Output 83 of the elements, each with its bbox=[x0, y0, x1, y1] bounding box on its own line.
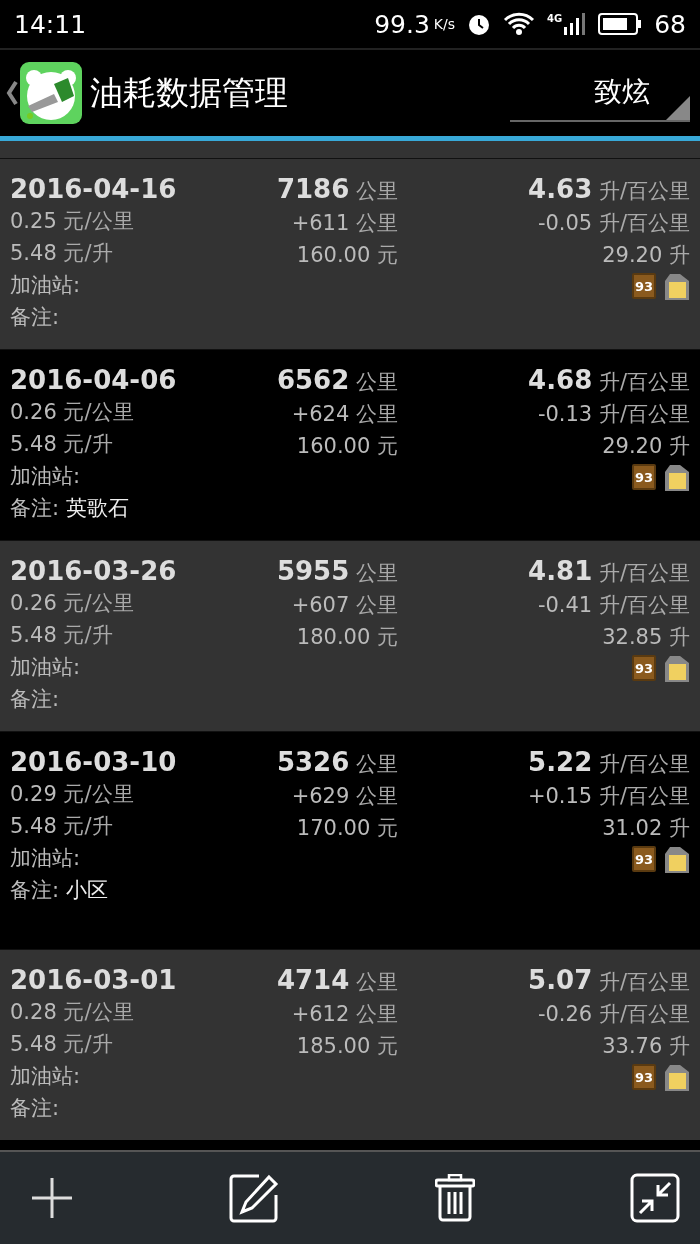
fuel-grade-badge: 93 bbox=[632, 655, 656, 681]
cost-per-km: 0.26 元/公里 bbox=[10, 399, 135, 426]
trip-distance: +607 公里 bbox=[291, 592, 398, 619]
station-label: 加油站: bbox=[10, 272, 82, 299]
record-date: 2016-04-16 bbox=[10, 173, 178, 205]
consumption-change: -0.13 升/百公里 bbox=[537, 401, 690, 428]
fuel-volume: 33.76 升 bbox=[602, 1033, 690, 1060]
fuel-price: 5.48 元/升 bbox=[10, 431, 114, 458]
wifi-icon bbox=[503, 12, 535, 36]
fuel-grade-badge: 93 bbox=[632, 273, 656, 299]
status-time: 14:11 bbox=[14, 9, 88, 39]
battery-level: 68 bbox=[654, 9, 686, 39]
record-date: 2016-03-10 bbox=[10, 746, 178, 778]
signal-icon bbox=[564, 13, 587, 35]
note-text: 备注: bbox=[10, 1095, 61, 1122]
consumption-change: +0.15 升/百公里 bbox=[527, 783, 690, 810]
fuel-price: 5.48 元/升 bbox=[10, 813, 114, 840]
fuel-volume: 29.20 升 bbox=[602, 433, 690, 460]
trip-distance: +611 公里 bbox=[291, 210, 398, 237]
speed-unit: K/s bbox=[433, 16, 455, 32]
consumption-change: -0.05 升/百公里 bbox=[537, 210, 690, 237]
app-title: 油耗数据管理 bbox=[90, 71, 289, 114]
odometer-reading: 5326 公里 bbox=[276, 746, 398, 779]
note-text: 备注: 小区 bbox=[10, 877, 109, 904]
fuel-volume: 29.20 升 bbox=[602, 242, 690, 269]
note-text: 备注: bbox=[10, 686, 61, 713]
odometer-reading: 7186 公里 bbox=[276, 173, 398, 206]
fuel-price: 5.48 元/升 bbox=[10, 1031, 114, 1058]
station-label: 加油站: bbox=[10, 654, 82, 681]
fuel-grade-badge: 93 bbox=[632, 1064, 656, 1090]
fuel-cost: 170.00 元 bbox=[296, 815, 398, 842]
edit-icon[interactable] bbox=[229, 1173, 280, 1223]
fuel-price: 5.48 元/升 bbox=[10, 622, 114, 649]
fuel-consumption: 4.63 升/百公里 bbox=[528, 173, 690, 206]
station-label: 加油站: bbox=[10, 845, 82, 872]
fuel-consumption: 5.07 升/百公里 bbox=[528, 964, 690, 997]
add-icon[interactable] bbox=[30, 1176, 74, 1220]
caret-icon bbox=[666, 96, 690, 120]
fuel-consumption: 5.22 升/百公里 bbox=[528, 746, 690, 779]
fuel-volume: 32.85 升 bbox=[602, 624, 690, 651]
odometer-reading: 4714 公里 bbox=[276, 964, 398, 997]
fuel-grade-badge: 93 bbox=[632, 464, 656, 490]
consumption-change: -0.26 升/百公里 bbox=[537, 1001, 690, 1028]
note-text: 备注: bbox=[10, 304, 61, 331]
record-date: 2016-04-06 bbox=[10, 364, 178, 396]
fuel-can-icon bbox=[664, 846, 690, 874]
back-icon[interactable] bbox=[6, 80, 18, 106]
alarm-icon bbox=[467, 12, 491, 36]
odometer-reading: 6562 公里 bbox=[276, 364, 398, 397]
fuel-consumption: 4.81 升/百公里 bbox=[528, 555, 690, 588]
vehicle-dropdown[interactable]: 致炫 bbox=[510, 64, 690, 122]
station-label: 加油站: bbox=[10, 1063, 82, 1090]
trip-distance: +629 公里 bbox=[291, 783, 398, 810]
fuel-grade-badge: 93 bbox=[632, 846, 656, 872]
fuel-can-icon bbox=[664, 464, 690, 492]
fuel-cost: 185.00 元 bbox=[296, 1033, 398, 1060]
fuel-price: 5.48 元/升 bbox=[10, 240, 114, 267]
fuel-can-icon bbox=[664, 1064, 690, 1092]
cost-per-km: 0.25 元/公里 bbox=[10, 208, 135, 235]
cost-per-km: 0.26 元/公里 bbox=[10, 590, 135, 617]
record-date: 2016-03-01 bbox=[10, 964, 178, 996]
delete-icon[interactable] bbox=[434, 1174, 475, 1222]
odometer-reading: 5955 公里 bbox=[276, 555, 398, 588]
fuel-consumption: 4.68 升/百公里 bbox=[528, 364, 690, 397]
fuel-volume: 31.02 升 bbox=[602, 815, 690, 842]
cost-per-km: 0.29 元/公里 bbox=[10, 781, 135, 808]
collapse-icon[interactable] bbox=[630, 1173, 680, 1223]
network-speed: 99.3 bbox=[374, 9, 430, 39]
record-date: 2016-03-26 bbox=[10, 555, 178, 587]
consumption-change: -0.41 升/百公里 bbox=[537, 592, 690, 619]
battery-icon bbox=[598, 13, 643, 35]
network-type: 4G bbox=[547, 13, 563, 24]
fuel-cost: 180.00 元 bbox=[296, 624, 398, 651]
fuel-cost: 160.00 元 bbox=[296, 433, 398, 460]
trip-distance: +612 公里 bbox=[291, 1001, 398, 1028]
fuel-can-icon bbox=[664, 655, 690, 683]
fuel-cost: 160.00 元 bbox=[296, 242, 398, 269]
trip-distance: +624 公里 bbox=[291, 401, 398, 428]
note-text: 备注: 英歌石 bbox=[10, 495, 130, 522]
app-icon bbox=[20, 62, 82, 124]
cost-per-km: 0.28 元/公里 bbox=[10, 999, 135, 1026]
station-label: 加油站: bbox=[10, 463, 82, 490]
fuel-can-icon bbox=[664, 273, 690, 301]
